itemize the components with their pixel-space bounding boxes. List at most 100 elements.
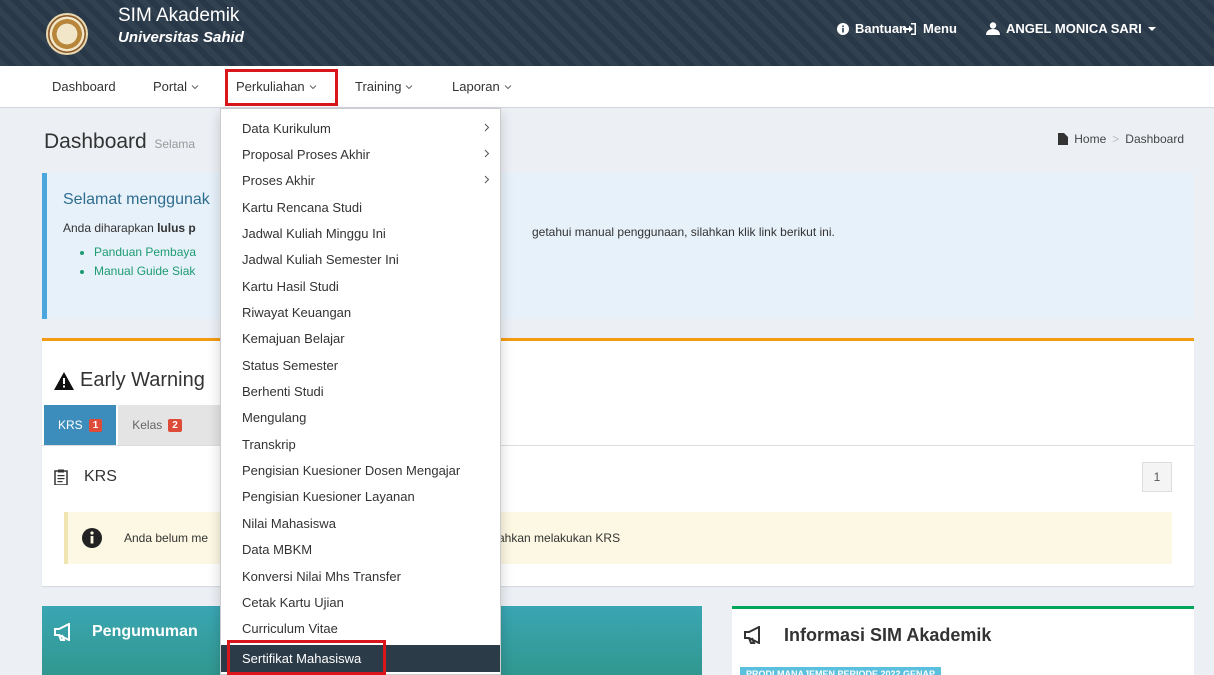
app-title[interactable]: SIM Akademik [118, 5, 239, 27]
dd-nilai-mahasiswa-label: Nilai Mahasiswa [242, 515, 336, 531]
dd-status-semester-label: Status Semester [242, 357, 339, 373]
tab-kelas-badge: 2 [168, 418, 182, 432]
dd-jadwal-minggu-ini[interactable]: Jadwal Kuliah Minggu Ini [221, 220, 500, 246]
dd-kartu-rencana-studi-label: Kartu Rencana Studi [242, 199, 362, 215]
callout-text-plain: Anda diharapkan [63, 221, 158, 235]
dd-kuesioner-layanan-label: Pengisian Kuesioner Layanan [242, 488, 415, 504]
breadcrumb-separator: > [1112, 132, 1120, 146]
krs-section-title: KRS [54, 468, 117, 486]
warning-text-end: ahkan melakukan KRS [498, 531, 621, 545]
bullhorn-icon [54, 623, 70, 641]
early-warning-title-text: Early Warning [80, 369, 205, 391]
dd-berhenti-studi-label: Berhenti Studi [242, 383, 324, 399]
perkuliahan-highlight-box [225, 69, 338, 106]
dd-jadwal-semester-ini-label: Jadwal Kuliah Semester Ini [242, 251, 399, 267]
tab-krs[interactable]: KRS 1 [44, 405, 117, 445]
info-label: PRODI MANAJEMEN PERIODE 2022 GENAP [740, 667, 942, 675]
bullhorn-icon [744, 626, 760, 644]
dd-kemajuan-belajar[interactable]: Kemajuan Belajar [221, 325, 500, 351]
early-warning-box: Early Warning KRS 1 Kelas 2 KRS 1 Anda b… [42, 338, 1194, 586]
dd-proposal-proses-akhir[interactable]: Proposal Proses Akhir [221, 141, 500, 167]
dd-cetak-kartu-ujian-label: Cetak Kartu Ujian [242, 594, 344, 610]
tab-krs-label: KRS [58, 418, 83, 432]
dd-kuesioner-dosen-label: Pengisian Kuesioner Dosen Mengajar [242, 462, 461, 478]
dd-mengulang[interactable]: Mengulang [221, 404, 500, 430]
dd-kartu-hasil-studi-label: Kartu Hasil Studi [242, 278, 339, 294]
dd-data-mbkm-label: Data MBKM [242, 541, 313, 557]
early-warning-title: Early Warning [54, 369, 205, 392]
main-menubar: Dashboard Portal Perkuliahan Training La… [0, 66, 1214, 108]
university-logo[interactable] [46, 13, 88, 55]
info-panel: Informasi SIM Akademik PRODI MANAJEMEN P… [732, 606, 1194, 675]
dd-kartu-hasil-studi[interactable]: Kartu Hasil Studi [221, 273, 500, 299]
dd-data-mbkm[interactable]: Data MBKM [221, 536, 500, 562]
dd-konversi-nilai[interactable]: Konversi Nilai Mhs Transfer [221, 563, 500, 589]
dd-kuesioner-layanan[interactable]: Pengisian Kuesioner Layanan [221, 483, 500, 509]
dd-cetak-kartu-ujian[interactable]: Cetak Kartu Ujian [221, 589, 500, 615]
clipboard-icon [54, 469, 68, 485]
caret-down-icon [1147, 26, 1156, 31]
menu-laporan[interactable]: Laporan [452, 79, 512, 94]
content-header: Dashboard Selama [44, 130, 195, 154]
welcome-callout: Selamat menggunak Anda diharapkan lulus … [42, 173, 1194, 319]
dd-mengulang-label: Mengulang [242, 409, 307, 425]
krs-count-badge: 1 [1142, 462, 1172, 492]
dd-kuesioner-dosen[interactable]: Pengisian Kuesioner Dosen Mengajar [221, 457, 500, 483]
dd-jadwal-minggu-ini-label: Jadwal Kuliah Minggu Ini [242, 225, 386, 241]
menu-dashboard-label: Dashboard [52, 79, 116, 94]
breadcrumb-home[interactable]: Home [1074, 132, 1106, 146]
user-icon [986, 22, 1000, 35]
dd-curriculum-vitae[interactable]: Curriculum Vitae [221, 615, 500, 641]
warning-triangle-icon [54, 371, 74, 390]
menu-training-label: Training [355, 79, 402, 94]
app-subtitle[interactable]: Universitas Sahid [118, 29, 244, 46]
user-menu[interactable]: ANGEL MONICA SARI [986, 21, 1156, 36]
menu-label: Menu [923, 21, 957, 36]
dd-transkrip-label: Transkrip [242, 436, 296, 452]
help-label: Bantuan [855, 21, 907, 36]
info-circle-icon [837, 22, 849, 35]
menu-link[interactable]: Menu [903, 21, 957, 36]
file-icon [1058, 133, 1069, 145]
sertifikat-highlight-box [227, 640, 386, 675]
dd-jadwal-semester-ini[interactable]: Jadwal Kuliah Semester Ini [221, 246, 500, 272]
callout-text-bold: lulus p [157, 221, 196, 235]
menu-training[interactable]: Training [355, 79, 413, 94]
info-circle-icon [82, 528, 102, 548]
dd-nilai-mahasiswa[interactable]: Nilai Mahasiswa [221, 510, 500, 536]
dd-data-kurikulum[interactable]: Data Kurikulum [221, 115, 500, 141]
dd-kemajuan-belajar-label: Kemajuan Belajar [242, 330, 345, 346]
tab-krs-badge: 1 [88, 418, 103, 432]
dd-proposal-proses-akhir-label: Proposal Proses Akhir [242, 146, 370, 162]
krs-tab-pane: KRS 1 Anda belum me ahkan melakukan KRS [42, 445, 1194, 589]
page-subtitle: Selama [154, 137, 196, 151]
top-header: SIM Akademik Universitas Sahid Bantuan M… [0, 0, 1214, 66]
user-name: ANGEL MONICA SARI [1006, 21, 1142, 36]
menu-portal-label: Portal [153, 79, 187, 94]
menu-laporan-label: Laporan [452, 79, 500, 94]
dd-data-kurikulum-label: Data Kurikulum [242, 120, 331, 136]
early-warning-tabs: KRS 1 Kelas 2 [44, 405, 223, 445]
help-link[interactable]: Bantuan [837, 21, 907, 36]
tab-kelas-label: Kelas [132, 418, 163, 432]
menu-portal[interactable]: Portal [153, 79, 199, 94]
dd-status-semester[interactable]: Status Semester [221, 352, 500, 378]
info-title: Informasi SIM Akademik [784, 625, 992, 645]
dd-transkrip[interactable]: Transkrip [221, 431, 500, 457]
chevron-down-icon [504, 84, 512, 89]
dd-kartu-rencana-studi[interactable]: Kartu Rencana Studi [221, 194, 500, 220]
chevron-right-icon [484, 175, 490, 184]
menu-dashboard[interactable]: Dashboard [52, 79, 116, 94]
dd-riwayat-keuangan-label: Riwayat Keuangan [242, 304, 352, 320]
tab-kelas[interactable]: Kelas 2 [118, 405, 223, 445]
dd-proses-akhir-label: Proses Akhir [242, 172, 315, 188]
dd-berhenti-studi[interactable]: Berhenti Studi [221, 378, 500, 404]
sign-in-icon [903, 22, 916, 35]
dd-riwayat-keuangan[interactable]: Riwayat Keuangan [221, 299, 500, 325]
breadcrumb-current: Dashboard [1125, 132, 1184, 146]
dd-proses-akhir[interactable]: Proses Akhir [221, 167, 500, 193]
dd-konversi-nilai-label: Konversi Nilai Mhs Transfer [242, 568, 401, 584]
chevron-down-icon [191, 84, 199, 89]
perkuliahan-dropdown: Data Kurikulum Proposal Proses Akhir Pro… [220, 108, 501, 675]
dd-curriculum-vitae-label: Curriculum Vitae [242, 620, 338, 636]
